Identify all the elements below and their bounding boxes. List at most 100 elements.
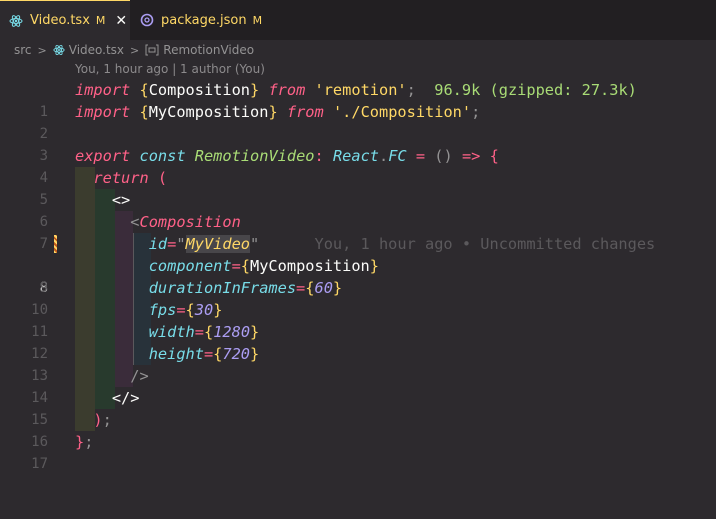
punctuation: ;: [406, 81, 416, 99]
brace: }: [213, 301, 223, 319]
brace: }: [250, 323, 260, 341]
punctuation: />: [130, 367, 149, 385]
inline-blame: You, 1 hour ago • Uncommitted changes: [314, 235, 656, 253]
brace: {: [185, 301, 195, 319]
operator: =>: [461, 147, 481, 165]
paren: ): [93, 411, 103, 429]
brace: {: [139, 103, 149, 121]
keyword: return: [93, 169, 149, 187]
breadcrumb: src > Video.tsx > RemotionVideo: [14, 41, 254, 59]
brace: {: [139, 81, 149, 99]
params: (): [434, 147, 453, 165]
breadcrumb-separator: >: [130, 43, 140, 57]
import-cost-annotation: 96.9k (gzipped: 27.3k): [434, 81, 637, 99]
string: MyVideo: [185, 235, 251, 253]
code-line: 10 durationInFrames={60}: [0, 277, 716, 318]
jsx-attribute: fps: [148, 301, 177, 319]
identifier: MyComposition: [148, 103, 269, 121]
modified-line-marker: [54, 235, 57, 253]
keyword: const: [139, 147, 186, 165]
code-line: 5 return (: [0, 167, 716, 208]
jsx-attribute: height: [148, 345, 204, 363]
keyword: from: [286, 103, 324, 121]
jsx-attribute: durationInFrames: [148, 279, 297, 297]
brace: }: [332, 279, 343, 297]
brace: {: [203, 323, 214, 341]
code-line: 14 />: [0, 365, 716, 406]
breadcrumb-src[interactable]: src: [14, 43, 32, 57]
brace: {: [213, 345, 223, 363]
code-line: 16 );: [0, 409, 716, 450]
tab-label: Video.tsx: [30, 13, 90, 28]
close-icon[interactable]: ✕: [115, 13, 127, 29]
brace: }: [75, 433, 85, 451]
brace: }: [250, 345, 260, 363]
brace: }: [268, 103, 278, 121]
quote: ": [250, 235, 260, 253]
jsx-fragment: </>: [111, 389, 140, 407]
keyword: import: [75, 103, 131, 121]
quote: ": [176, 235, 186, 253]
punctuation: :: [314, 147, 324, 165]
modified-badge: M: [95, 14, 106, 27]
code-line: 13 height={720}: [0, 343, 716, 384]
code-line: 3: [0, 123, 716, 164]
operator: =: [415, 147, 426, 165]
number: 30: [194, 301, 214, 319]
breadcrumb-separator: >: [37, 43, 47, 57]
keyword: import: [75, 81, 131, 99]
paren: (: [157, 169, 168, 187]
tab-package-json[interactable]: package.json M: [130, 0, 270, 40]
operator: =: [194, 323, 204, 341]
code-line: 15 </>: [0, 387, 716, 428]
identifier: MyComposition: [250, 257, 370, 275]
identifier: Composition: [148, 81, 251, 99]
tab-label: package.json: [161, 12, 247, 28]
string: './Composition': [332, 103, 472, 121]
punctuation: .: [379, 147, 389, 165]
number: 60: [314, 279, 333, 297]
jsx-attribute: width: [148, 323, 195, 341]
brace: }: [369, 257, 379, 275]
punctuation: ;: [84, 433, 94, 451]
code-line: 6 <>: [0, 189, 716, 230]
code-line-current: 8 id="MyVideo" You, 1 hour ago • Uncommi…: [0, 233, 716, 296]
jsx-fragment: <>: [111, 191, 131, 209]
punctuation: ;: [102, 411, 112, 429]
operator: =: [167, 235, 177, 253]
code-line: 1 import {Composition} from 'remotion'; …: [0, 79, 716, 120]
string: 'remotion': [314, 81, 407, 99]
code-line: 7 <Composition: [0, 211, 716, 252]
identifier: RemotionVideo: [194, 147, 315, 165]
code-line: 11 fps={30}: [0, 299, 716, 340]
breadcrumb-file[interactable]: Video.tsx: [69, 43, 124, 57]
modified-badge: M: [252, 13, 263, 27]
jsx-tag: Composition: [139, 213, 241, 231]
operator: =: [176, 301, 186, 319]
number: 1280: [213, 323, 251, 341]
npm-icon: [140, 13, 154, 27]
tab-video-tsx[interactable]: Video.tsx M ✕: [0, 0, 130, 40]
codelens-blame[interactable]: You, 1 hour ago | 1 author (You): [75, 62, 265, 76]
operator: =: [296, 279, 306, 297]
type: FC: [388, 147, 407, 165]
operator: =: [231, 257, 241, 275]
punctuation: ;: [471, 103, 481, 121]
brace: }: [250, 81, 260, 99]
brace: {: [489, 147, 499, 165]
operator: =: [203, 345, 214, 363]
code-line: 4 export const RemotionVideo: React.FC =…: [0, 145, 716, 186]
keyword: export: [75, 147, 131, 165]
tab-bar: Video.tsx M ✕ package.json M: [0, 0, 716, 40]
brace: {: [240, 257, 251, 275]
jsx-attribute: component: [148, 257, 232, 275]
type: React: [332, 147, 379, 165]
code-line: 2 import {MyComposition} from './Composi…: [0, 101, 716, 142]
code-line: 12 width={1280}: [0, 321, 716, 362]
react-icon: [9, 14, 23, 28]
jsx-attribute: id: [148, 235, 168, 253]
keyword: from: [268, 81, 306, 99]
breadcrumb-symbol[interactable]: RemotionVideo: [163, 43, 254, 57]
code-line: 17 };: [0, 431, 716, 472]
code-line: 9 component={MyComposition}: [0, 255, 716, 296]
